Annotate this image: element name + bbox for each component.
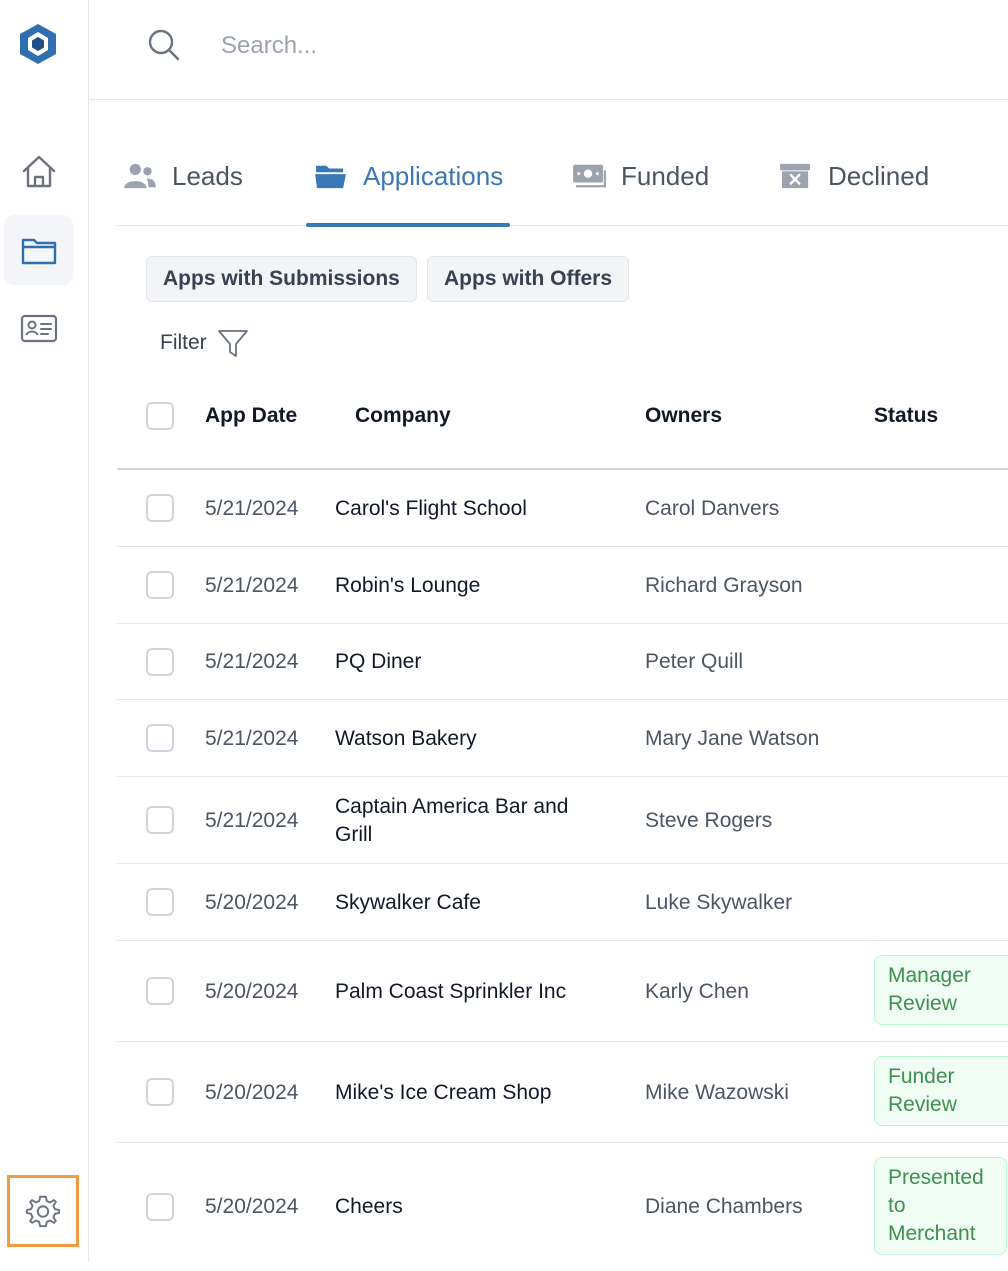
row-checkbox[interactable]	[146, 1193, 174, 1221]
owner-cell: Diane Chambers	[645, 1195, 803, 1218]
company-cell[interactable]: Robin's Lounge	[335, 547, 605, 624]
table-row[interactable]: 5/20/2024 Palm Coast Sprinkler Inc Karly…	[117, 941, 1008, 1042]
table-row[interactable]: 5/21/2024 Carol's Flight School Carol Da…	[117, 470, 1008, 547]
table-row[interactable]: 5/21/2024 PQ Diner Peter Quill	[117, 624, 1008, 700]
table-header: App Date Company Owners Status	[117, 380, 1008, 470]
folder-icon	[21, 238, 56, 265]
column-header-company[interactable]: Company	[355, 380, 451, 452]
status-badge: Funder Review	[874, 1056, 1008, 1126]
company-cell[interactable]: PQ Diner	[335, 624, 605, 700]
filter-button[interactable]: Filter	[160, 326, 249, 360]
row-checkbox[interactable]	[146, 571, 174, 599]
status-badge: Manager Review	[874, 955, 1008, 1025]
app-date-cell: 5/21/2024	[205, 726, 299, 750]
app-date-cell: 5/21/2024	[205, 650, 299, 673]
status-badge: Presented to Merchant	[874, 1157, 1007, 1255]
archive-x-icon	[778, 159, 814, 193]
tab-label: Funded	[621, 160, 710, 191]
owner-cell: Steve Rogers	[645, 808, 773, 832]
tab-label: Leads	[172, 160, 243, 191]
row-checkbox[interactable]	[146, 648, 174, 676]
folder-open-icon	[313, 159, 349, 193]
sidebar-item-contacts[interactable]	[4, 293, 73, 363]
row-checkbox[interactable]	[146, 724, 174, 752]
owner-cell: Richard Grayson	[645, 573, 803, 597]
sidebar	[0, 0, 89, 1262]
tab-label: Declined	[828, 160, 930, 191]
table-row[interactable]: 5/21/2024 Captain America Bar and Grill …	[117, 777, 1008, 864]
top-bar	[89, 0, 1008, 100]
tab-funded[interactable]: Funded	[571, 140, 709, 226]
select-all-checkbox[interactable]	[146, 402, 174, 430]
table-row[interactable]: 5/20/2024 Skywalker Cafe Luke Skywalker	[117, 864, 1008, 941]
money-icon	[571, 159, 607, 193]
app-date-cell: 5/20/2024	[205, 1080, 299, 1104]
company-cell[interactable]: Skywalker Cafe	[335, 864, 605, 941]
row-checkbox[interactable]	[146, 977, 174, 1005]
gear-icon	[25, 1195, 61, 1228]
table-row[interactable]: 5/20/2024 Mike's Ice Cream Shop Mike Waz…	[117, 1042, 1008, 1143]
table-row[interactable]: 5/21/2024 Watson Bakery Mary Jane Watson	[117, 700, 1008, 777]
apps-with-submissions-chip[interactable]: Apps with Submissions	[146, 256, 417, 302]
company-cell[interactable]: Mike's Ice Cream Shop	[335, 1042, 605, 1143]
app-date-cell: 5/21/2024	[205, 808, 299, 832]
row-checkbox[interactable]	[146, 494, 174, 522]
tab-declined[interactable]: Declined	[778, 140, 929, 226]
app-date-cell: 5/21/2024	[205, 496, 299, 520]
tab-label: Applications	[363, 160, 504, 191]
tab-bar: Leads Applications Funded Declined	[117, 140, 1008, 227]
company-cell[interactable]: Cheers	[335, 1143, 605, 1271]
app-date-cell: 5/20/2024	[205, 979, 299, 1003]
owner-cell: Mike Wazowski	[645, 1080, 789, 1104]
app-date-cell: 5/20/2024	[205, 890, 299, 914]
filter-label: Filter	[160, 331, 207, 354]
app-date-cell: 5/20/2024	[205, 1195, 299, 1218]
column-header-status[interactable]: Status	[874, 380, 938, 452]
tab-applications[interactable]: Applications	[306, 140, 511, 227]
apps-with-offers-chip[interactable]: Apps with Offers	[427, 256, 630, 302]
home-icon	[22, 155, 55, 188]
id-card-icon	[20, 314, 57, 343]
company-cell[interactable]: Captain America Bar and Grill	[335, 777, 605, 864]
table-row[interactable]: 5/21/2024 Robin's Lounge Richard Grayson	[117, 547, 1008, 624]
users-icon	[122, 159, 158, 193]
column-header-app-date[interactable]: App Date	[205, 380, 297, 452]
owner-cell: Carol Danvers	[645, 496, 780, 520]
owner-cell: Mary Jane Watson	[645, 726, 820, 750]
search-icon[interactable]	[147, 28, 181, 62]
funnel-icon	[217, 330, 248, 357]
company-cell[interactable]: Carol's Flight School	[335, 470, 605, 547]
sidebar-item-applications[interactable]	[4, 215, 73, 285]
table-row[interactable]: 5/20/2024 Cheers Diane Chambers Presente…	[117, 1143, 1008, 1262]
search-input[interactable]	[221, 24, 821, 68]
app-logo[interactable]	[16, 22, 60, 66]
settings-button[interactable]	[7, 1175, 79, 1247]
app-date-cell: 5/21/2024	[205, 573, 299, 597]
column-header-owners[interactable]: Owners	[645, 380, 722, 452]
row-checkbox[interactable]	[146, 888, 174, 916]
sidebar-item-home[interactable]	[4, 137, 73, 207]
owner-cell: Karly Chen	[645, 979, 749, 1003]
owner-cell: Peter Quill	[645, 650, 744, 673]
owner-cell: Luke Skywalker	[645, 890, 793, 914]
company-cell[interactable]: Watson Bakery	[335, 700, 605, 777]
company-cell[interactable]: Palm Coast Sprinkler Inc	[335, 941, 605, 1042]
row-checkbox[interactable]	[146, 1078, 174, 1106]
tab-leads[interactable]: Leads	[122, 140, 243, 226]
row-checkbox[interactable]	[146, 806, 174, 834]
